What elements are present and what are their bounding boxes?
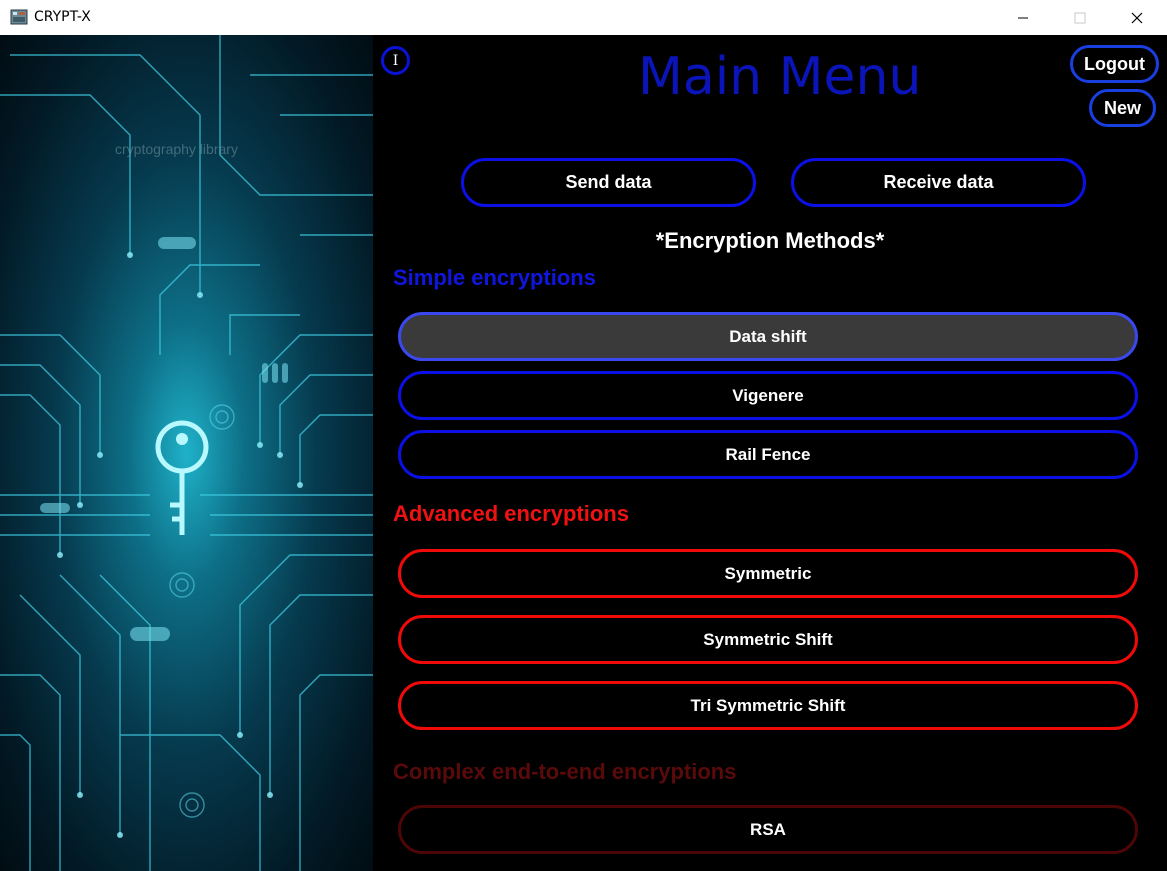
- send-data-button[interactable]: Send data: [461, 158, 756, 207]
- maximize-button[interactable]: [1057, 0, 1103, 35]
- window-title: CRYPT-X: [34, 9, 91, 25]
- rsa-button[interactable]: RSA: [398, 805, 1138, 854]
- circuit-key-image: cryptography library: [0, 35, 373, 871]
- close-button[interactable]: [1114, 0, 1160, 35]
- symmetric-shift-button[interactable]: Symmetric Shift: [398, 615, 1138, 664]
- close-icon: [1131, 12, 1143, 23]
- app-icon: [10, 8, 28, 26]
- circuit-board-art: [0, 35, 373, 871]
- complex-encryptions-label: Complex end-to-end encryptions: [393, 759, 737, 784]
- minimize-icon: [1018, 17, 1028, 18]
- maximize-icon: [1074, 12, 1086, 23]
- new-button[interactable]: New: [1089, 89, 1156, 127]
- tri-symmetric-shift-button[interactable]: Tri Symmetric Shift: [398, 681, 1138, 730]
- rail-fence-button[interactable]: Rail Fence: [398, 430, 1138, 479]
- page-title: Main Menu: [638, 47, 922, 107]
- symmetric-button[interactable]: Symmetric: [398, 549, 1138, 598]
- advanced-encryptions-label: Advanced encryptions: [393, 501, 629, 526]
- title-bar: CRYPT-X: [0, 0, 1167, 35]
- minimize-button[interactable]: [1000, 0, 1046, 35]
- simple-encryptions-label: Simple encryptions: [393, 265, 596, 290]
- image-watermark: cryptography library: [115, 141, 238, 157]
- data-shift-button[interactable]: Data shift: [398, 312, 1138, 361]
- main-menu-panel: I Main Menu Logout New Send data Receive…: [373, 35, 1167, 871]
- vigenere-button[interactable]: Vigenere: [398, 371, 1138, 420]
- receive-data-button[interactable]: Receive data: [791, 158, 1086, 207]
- info-button[interactable]: I: [381, 46, 410, 75]
- encryption-methods-heading: *Encryption Methods*: [655, 228, 885, 253]
- logout-button[interactable]: Logout: [1070, 45, 1159, 83]
